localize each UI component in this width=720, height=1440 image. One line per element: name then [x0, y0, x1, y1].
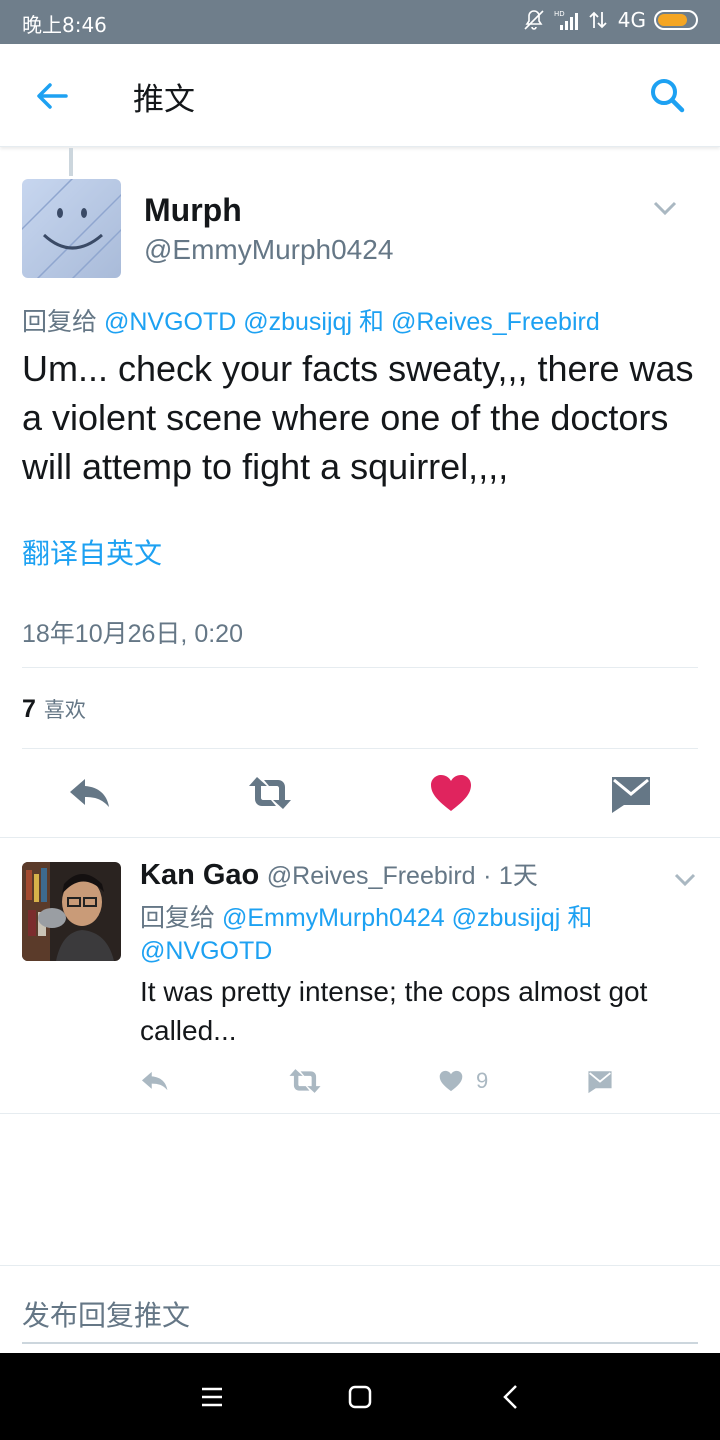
- status-bar: 晚上8:46 HD 4G: [0, 0, 720, 44]
- mention-link[interactable]: @zbusijqj: [452, 904, 561, 932]
- tweet-text: It was pretty intense; the cops almost g…: [140, 976, 648, 1046]
- like-button[interactable]: 9: [438, 1066, 488, 1096]
- mention-joiner: 和: [567, 904, 593, 932]
- reply-icon[interactable]: [140, 1066, 170, 1096]
- menu-icon[interactable]: [196, 1381, 228, 1413]
- reply-to-line: 回复给 @NVGOTD @zbusijqj 和 @Reives_Freebird: [22, 302, 600, 338]
- mention-link[interactable]: @Reives_Freebird: [391, 308, 600, 336]
- status-icons: HD 4G: [522, 8, 698, 32]
- data-arrows-icon: [589, 11, 607, 29]
- mention-link[interactable]: @NVGOTD: [140, 937, 272, 965]
- reply-to-line: 回复给 @EmmyMurph0424 @zbusijqj 和 @NVGOTD: [140, 902, 700, 968]
- like-count: 9: [476, 1068, 489, 1093]
- mention-link[interactable]: @NVGOTD: [104, 308, 236, 336]
- avatar[interactable]: [22, 862, 121, 961]
- thread-connector-line: [69, 148, 73, 176]
- divider: [22, 667, 698, 668]
- reply-header: Kan Gao @Reives_Freebird · 1天: [140, 856, 538, 892]
- divider: [22, 748, 698, 749]
- author-handle[interactable]: @Reives_Freebird: [267, 862, 476, 890]
- compose-reply[interactable]: 发布回复推文: [0, 1265, 720, 1353]
- back-icon[interactable]: [496, 1381, 528, 1413]
- mention-link[interactable]: @EmmyMurph0424: [222, 904, 445, 932]
- hd-signal-icon: HD: [554, 10, 578, 30]
- mention-link[interactable]: @zbusijqj: [243, 308, 352, 336]
- likes-label: 喜欢: [43, 698, 86, 722]
- likes-stat[interactable]: 7 喜欢: [22, 694, 86, 724]
- search-icon[interactable]: [646, 74, 690, 118]
- battery-fill: [658, 14, 687, 26]
- app-header: 推文: [0, 44, 720, 147]
- chevron-down-icon[interactable]: [672, 868, 698, 890]
- reply-prefix: 回复给: [140, 904, 216, 932]
- reply-icon[interactable]: [67, 773, 113, 813]
- retweet-icon[interactable]: [247, 773, 293, 813]
- status-time: 晚上8:46: [22, 13, 107, 37]
- separator-dot: ·: [483, 862, 492, 890]
- avatar[interactable]: [22, 179, 121, 278]
- battery-icon: [654, 10, 698, 30]
- network-type: 4G: [617, 8, 646, 32]
- chevron-down-icon[interactable]: [650, 196, 680, 220]
- divider: [0, 1113, 720, 1114]
- mute-icon: [524, 10, 544, 30]
- reply-prefix: 回复给: [22, 308, 98, 336]
- relative-time: 1天: [498, 862, 538, 890]
- reply-tweet[interactable]: Kan Gao @Reives_Freebird · 1天 回复给 @EmmyM…: [0, 838, 720, 1114]
- svg-text:HD: HD: [554, 10, 565, 18]
- like-icon[interactable]: [428, 773, 474, 813]
- reply-input[interactable]: 发布回复推文: [22, 1294, 190, 1334]
- translate-link[interactable]: 翻译自英文: [22, 532, 162, 572]
- mention-joiner: 和: [358, 308, 384, 336]
- direct-message-icon[interactable]: [608, 773, 654, 813]
- home-icon[interactable]: [344, 1381, 376, 1413]
- author-name[interactable]: Kan Gao: [140, 859, 259, 891]
- page-title: 推文: [133, 82, 195, 118]
- system-nav-bar: [0, 1353, 720, 1440]
- likes-count: 7: [22, 695, 36, 723]
- tweet-text: Um... check your facts sweaty,,, there w…: [22, 348, 694, 487]
- author-name[interactable]: Murph: [144, 192, 242, 229]
- like-icon: [439, 1070, 463, 1092]
- author-handle[interactable]: @EmmyMurph0424: [144, 234, 393, 266]
- tweet-action-bar: [0, 765, 720, 825]
- retweet-icon[interactable]: [288, 1066, 322, 1096]
- arrow-left-icon[interactable]: [30, 74, 74, 118]
- input-underline: [22, 1342, 698, 1344]
- direct-message-icon[interactable]: [586, 1066, 614, 1096]
- reply-action-bar: 9: [140, 1066, 700, 1096]
- tweet-timestamp: 18年10月26日, 0:20: [22, 620, 243, 648]
